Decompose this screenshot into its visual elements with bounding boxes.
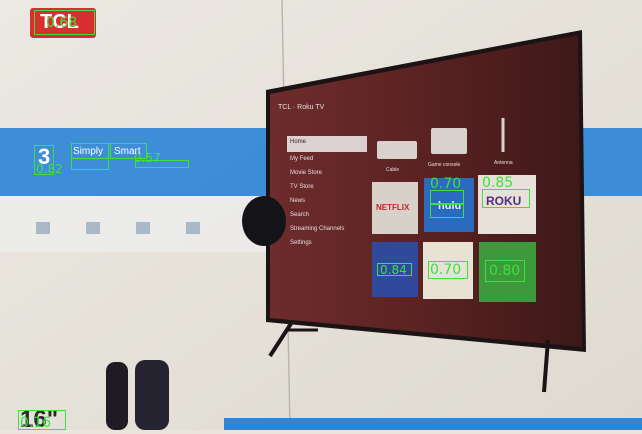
tv-menu-item: News [290, 198, 306, 204]
detection-tile-roku [482, 189, 530, 208]
tv-input-label: Game console [428, 162, 461, 168]
detection-score: 0.70 [430, 176, 462, 192]
detection-banner-word [71, 143, 109, 159]
tv-menu-item: Settings [290, 240, 312, 246]
detection-score: 0.85 [482, 175, 514, 191]
remote-right [135, 360, 169, 430]
tv-input-label: Cable [386, 167, 400, 173]
tv-menu-item: Search [290, 212, 310, 218]
tile-netflix-text: NETFLIX [376, 203, 410, 212]
tv-menu-item: Home [290, 139, 307, 145]
tv-input-game-icon [431, 128, 467, 154]
banner-icon-1 [36, 222, 50, 234]
tv-input-label: Antenna [494, 160, 513, 166]
tv-menu-item: My Feed [290, 156, 314, 162]
remote-left [106, 362, 128, 430]
detection-score: 0.80 [489, 263, 521, 279]
tv-input-cable-icon [377, 141, 417, 159]
tv-header-text: TCL · Roku TV [278, 104, 325, 111]
tv-menu-item: Movie Store [290, 170, 323, 176]
banner-icon-3 [136, 222, 150, 234]
round-camera-object [242, 196, 286, 246]
detection-banner-subtext [135, 160, 189, 168]
detection-tile-hulu [430, 190, 464, 204]
detection-score: 0.70 [430, 262, 462, 278]
detection-score: 0.82 [36, 162, 63, 176]
detection-score: 0.16 [20, 415, 52, 431]
bottom-blue-strip [224, 418, 642, 430]
banner-icon-2 [86, 222, 100, 234]
detection-tile-hulu [430, 204, 464, 218]
scene-illustration [0, 0, 642, 430]
banner-icon-4 [186, 222, 200, 234]
tv-menu-item: Streaming Channels [290, 226, 345, 232]
detection-score: 0.68 [46, 15, 78, 31]
tv-menu-item: TV Store [290, 184, 314, 190]
photo-scene: TCL TCL · Roku TV 3 Simply Smart 16" Hom… [0, 0, 642, 433]
detection-banner-subtext [71, 158, 109, 170]
detection-score: 0.84 [380, 263, 407, 277]
